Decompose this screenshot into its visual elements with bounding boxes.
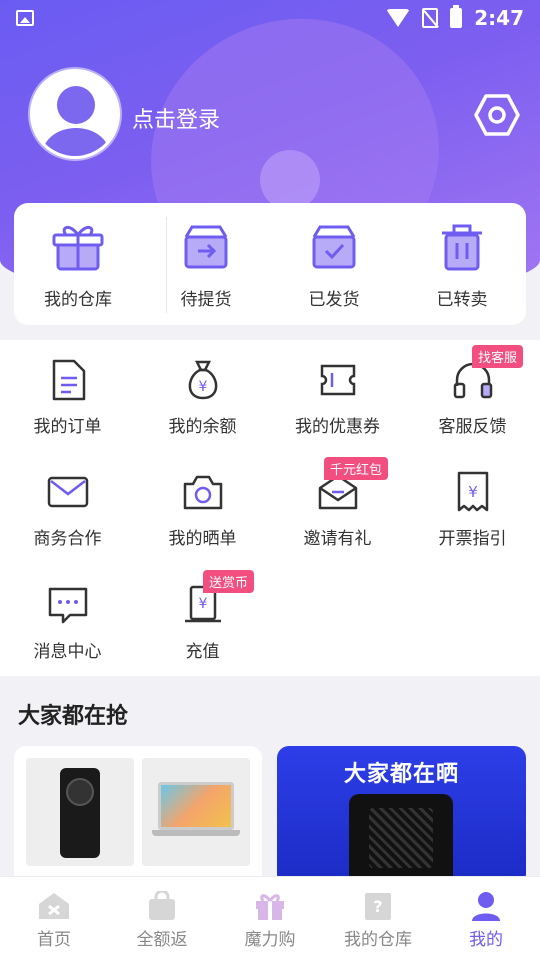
tab-magic-buy[interactable]: 魔力购: [216, 877, 324, 960]
avatar[interactable]: [30, 69, 120, 159]
decorative-bubble: [260, 150, 320, 210]
service-my-orders[interactable]: 我的订单: [0, 358, 135, 437]
warehouse-icon: ?: [365, 893, 391, 920]
invoice-icon: ¥: [457, 471, 488, 512]
service-business-cooperation[interactable]: 商务合作: [0, 470, 135, 549]
document-icon: [52, 359, 85, 401]
avatar-body: [43, 128, 109, 156]
status-time: 2:47: [474, 6, 524, 30]
service-label: 我的余额: [168, 417, 237, 437]
section-title: 大家都在抢: [18, 704, 129, 729]
avatar-head: [57, 86, 95, 124]
tab-label: 我的仓库: [344, 930, 412, 950]
gallery-notification-icon: [16, 10, 34, 26]
svg-text:¥: ¥: [198, 596, 207, 612]
service-label: 开票指引: [438, 529, 507, 549]
showcase-banner[interactable]: 大家都在晒: [277, 746, 526, 886]
box-check-icon: [312, 225, 356, 269]
product-phone-image[interactable]: [26, 758, 134, 866]
tab-label: 我的: [469, 930, 503, 950]
warehouse-item-shipped[interactable]: 已发货: [270, 203, 398, 325]
wifi-icon: [386, 9, 411, 27]
service-my-coupons[interactable]: 我的优惠券: [270, 358, 405, 437]
product-laptop-image[interactable]: [142, 758, 250, 866]
service-invite-reward[interactable]: 邀请有礼: [270, 470, 405, 549]
status-bar: 2:47: [0, 0, 540, 36]
svg-text:¥: ¥: [198, 379, 207, 395]
battery-icon: [450, 5, 463, 28]
bag-icon: [149, 891, 175, 920]
tab-label: 魔力购: [244, 930, 296, 950]
warehouse-label: 已发货: [308, 290, 360, 310]
service-recharge[interactable]: ¥ 充值: [135, 583, 270, 662]
tab-mine[interactable]: 我的: [432, 877, 540, 960]
phone-image: [60, 768, 100, 858]
warehouse-label: 我的仓库: [44, 290, 112, 310]
mail-icon: [47, 476, 88, 508]
no-sim-icon: [422, 8, 439, 28]
services-grid: 我的订单 ¥ 我的余额 我的优惠券 客服反馈 找客服 商务合作 我的晒单 邀请有…: [0, 340, 540, 676]
bottom-tab-bar: 首页 全额返 魔力购 ? 我的仓库 我的: [0, 876, 540, 960]
service-label: 我的优惠券: [295, 417, 380, 437]
svg-text:¥: ¥: [468, 483, 478, 501]
service-my-showcase[interactable]: 我的晒单: [135, 470, 270, 549]
service-label: 客服反馈: [438, 417, 507, 437]
gift-box-icon: [256, 894, 284, 920]
camera-icon: [183, 475, 222, 510]
service-label: 充值: [185, 642, 220, 662]
tab-full-refund[interactable]: 全额返: [108, 877, 216, 960]
banner-title: 大家都在晒: [343, 762, 459, 787]
service-invoice-guide[interactable]: ¥ 开票指引: [405, 470, 540, 549]
box-arrow-icon: [184, 225, 228, 269]
coin-reward-tag: 送赏币: [203, 570, 255, 593]
home-icon: [39, 893, 69, 919]
gift-icon: [52, 226, 104, 271]
warehouse-item-my-warehouse[interactable]: 我的仓库: [14, 203, 142, 325]
chat-bubble-icon: [48, 587, 87, 624]
banner-product-image: [349, 794, 453, 886]
trash-icon: [442, 224, 482, 271]
warehouse-card: 我的仓库 待提货 已发货 已转卖: [14, 203, 526, 325]
svg-text:?: ?: [373, 897, 382, 916]
tab-my-warehouse[interactable]: ? 我的仓库: [324, 877, 432, 960]
tab-label: 首页: [37, 930, 71, 950]
tab-label: 全额返: [136, 930, 188, 950]
service-customer-feedback[interactable]: 客服反馈: [405, 358, 540, 437]
coupon-icon: [320, 364, 355, 396]
service-label: 商务合作: [33, 529, 102, 549]
laptop-base: [152, 830, 240, 836]
service-label: 消息中心: [33, 642, 102, 662]
warehouse-label: 已转卖: [436, 290, 488, 310]
service-label: 我的晒单: [168, 529, 237, 549]
service-label: 邀请有礼: [303, 529, 372, 549]
phone-camera: [66, 778, 94, 806]
card-divider: [166, 217, 167, 313]
service-label: 我的订单: [33, 417, 102, 437]
money-bag-icon: ¥: [188, 360, 217, 400]
tab-home[interactable]: 首页: [0, 877, 108, 960]
person-icon: [472, 892, 500, 921]
red-packet-tag: 千元红包: [324, 457, 389, 480]
warehouse-item-resold[interactable]: 已转卖: [398, 203, 526, 325]
settings-icon[interactable]: [474, 92, 520, 138]
service-my-balance[interactable]: ¥ 我的余额: [135, 358, 270, 437]
warehouse-label: 待提货: [180, 290, 232, 310]
login-link[interactable]: 点击登录: [132, 102, 220, 134]
warehouse-item-pending-pickup[interactable]: 待提货: [142, 203, 270, 325]
hot-products-card[interactable]: [14, 746, 262, 886]
customer-service-tag: 找客服: [472, 345, 524, 368]
service-message-center[interactable]: 消息中心: [0, 583, 135, 662]
laptop-screen: [158, 782, 234, 830]
